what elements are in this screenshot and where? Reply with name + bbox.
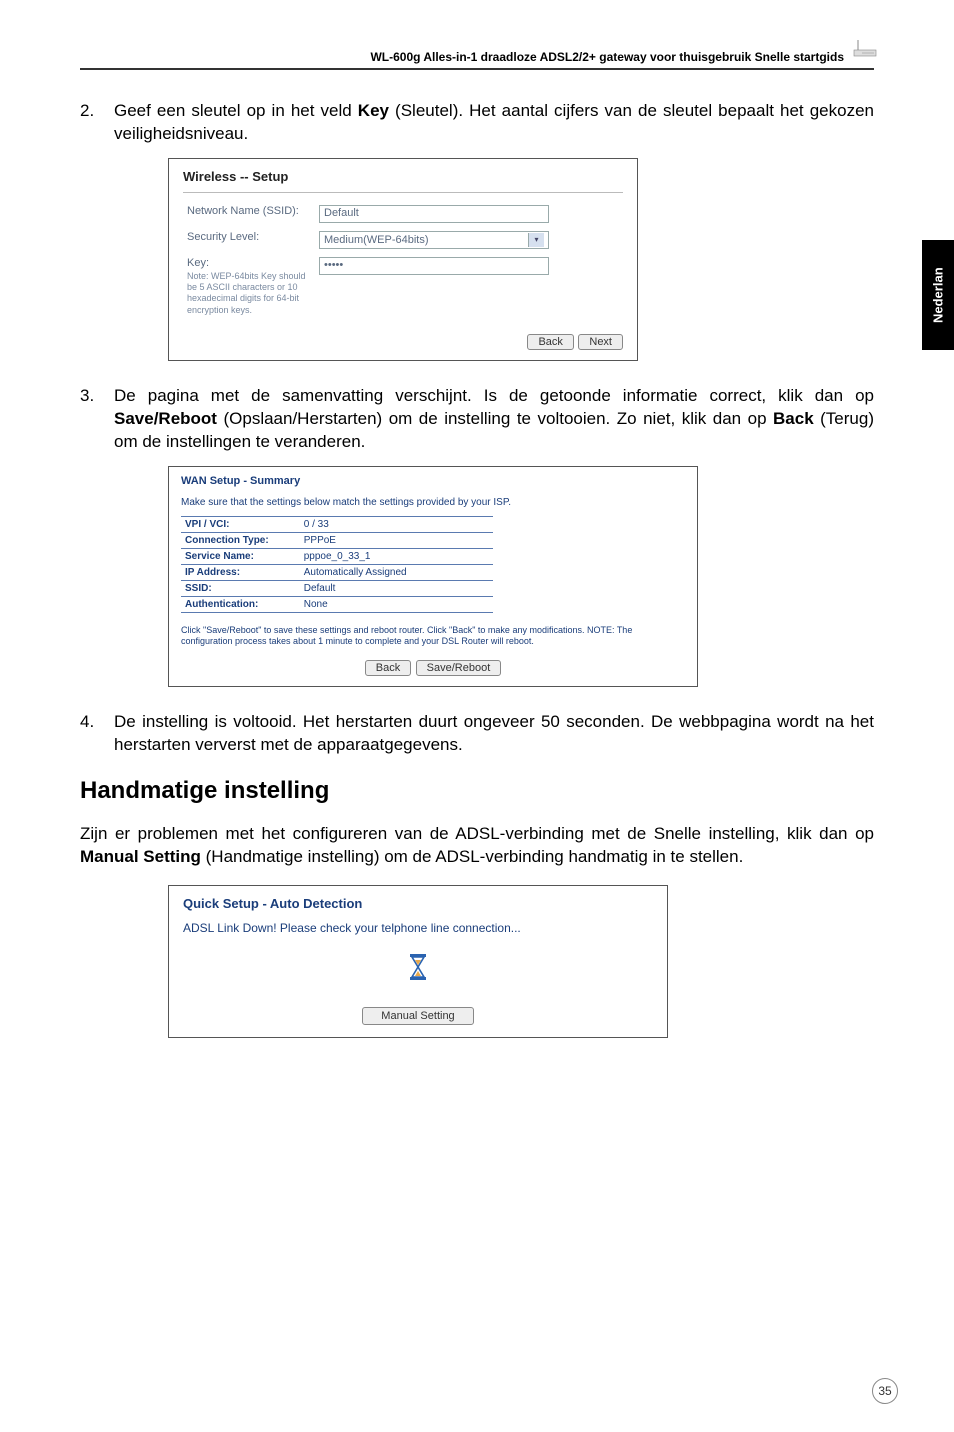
para-manual-a: Zijn er problemen met het configureren v… [80,824,874,843]
step-3-a: De pagina met de samenvatting verschijnt… [114,386,874,405]
fig1-ssid-input[interactable]: Default [319,205,549,223]
fig2-k4: SSID: [181,580,300,596]
step-3-b: (Opslaan/Herstarten) om de instelling te… [217,409,773,428]
figure-wan-summary: WAN Setup - Summary Make sure that the s… [168,466,698,687]
table-row: Service Name:pppoe_0_33_1 [181,548,493,564]
save-reboot-button[interactable]: Save/Reboot [416,660,502,676]
page-number: 35 [872,1378,898,1404]
para-manual-bold: Manual Setting [80,847,201,866]
step-3: 3. De pagina met de samenvatting verschi… [80,385,874,454]
fig2-note: Click "Save/Reboot" to save these settin… [181,625,685,648]
table-row: IP Address:Automatically Assigned [181,564,493,580]
router-icon [852,36,880,60]
step-2-text: Geef een sleutel op in het veld Key (Sle… [114,100,874,146]
fig1-key-note: Note: WEP-64bits Key should be 5 ASCII c… [187,271,311,316]
step-2: 2. Geef een sleutel op in het veld Key (… [80,100,874,146]
step-3-text: De pagina met de samenvatting verschijnt… [114,385,874,454]
step-4: 4. De instelling is voltooid. Het hersta… [80,711,874,757]
fig2-v1: PPPoE [300,532,494,548]
para-manual-b: (Handmatige instelling) om de ADSL-verbi… [201,847,743,866]
step-3-bold2: Back [773,409,814,428]
fig3-message: ADSL Link Down! Please check your telpho… [183,921,653,935]
fig1-sec-value: Medium(WEP-64bits) [324,234,429,246]
fig3-title: Quick Setup - Auto Detection [183,896,653,911]
fig2-k2: Service Name: [181,548,300,564]
fig2-v2: pppoe_0_33_1 [300,548,494,564]
fig1-separator [183,192,623,193]
fig2-v4: Default [300,580,494,596]
fig2-k0: VPI / VCI: [181,516,300,532]
step-4-text: De instelling is voltooid. Het herstarte… [114,711,874,757]
fig1-sec-label: Security Level: [183,227,315,253]
paragraph-manual: Zijn er problemen met het configureren v… [80,823,874,869]
chevron-down-icon: ▾ [528,233,544,247]
fig2-title: WAN Setup - Summary [181,475,685,487]
fig1-title: Wireless -- Setup [183,169,623,184]
table-row: SSID:Default [181,580,493,596]
step-2-num: 2. [80,100,114,146]
fig2-subtitle: Make sure that the settings below match … [181,497,685,508]
fig1-sec-select[interactable]: Medium(WEP-64bits) ▾ [319,231,549,249]
fig2-v3: Automatically Assigned [300,564,494,580]
hourglass-icon [183,953,653,986]
fig1-key-label: Key: [187,257,209,269]
table-row: VPI / VCI:0 / 33 [181,516,493,532]
fig2-k1: Connection Type: [181,532,300,548]
fig1-key-input[interactable]: ••••• [319,257,549,275]
fig2-k3: IP Address: [181,564,300,580]
step-2-a: Geef een sleutel op in het veld [114,101,358,120]
back-button[interactable]: Back [527,334,573,350]
fig1-ssid-label: Network Name (SSID): [183,201,315,227]
manual-setting-button[interactable]: Manual Setting [362,1007,473,1025]
fig2-k5: Authentication: [181,596,300,612]
step-4-num: 4. [80,711,114,757]
page-header-title: WL-600g Alles-in-1 draadloze ADSL2/2+ ga… [80,50,874,64]
fig2-v0: 0 / 33 [300,516,494,532]
step-3-num: 3. [80,385,114,454]
step-3-bold1: Save/Reboot [114,409,217,428]
page-header-rule: WL-600g Alles-in-1 draadloze ADSL2/2+ ga… [80,50,874,70]
table-row: Authentication:None [181,596,493,612]
step-2-bold: Key [358,101,389,120]
heading-manual-setting: Handmatige instelling [80,777,874,805]
figure-wireless-setup: Wireless -- Setup Network Name (SSID): D… [168,158,638,361]
language-tab: Nederlan [922,240,954,350]
back-button[interactable]: Back [365,660,411,676]
fig2-v5: None [300,596,494,612]
figure-quick-setup: Quick Setup - Auto Detection ADSL Link D… [168,885,668,1038]
fig2-table: VPI / VCI:0 / 33 Connection Type:PPPoE S… [181,516,493,613]
next-button[interactable]: Next [578,334,623,350]
table-row: Connection Type:PPPoE [181,532,493,548]
